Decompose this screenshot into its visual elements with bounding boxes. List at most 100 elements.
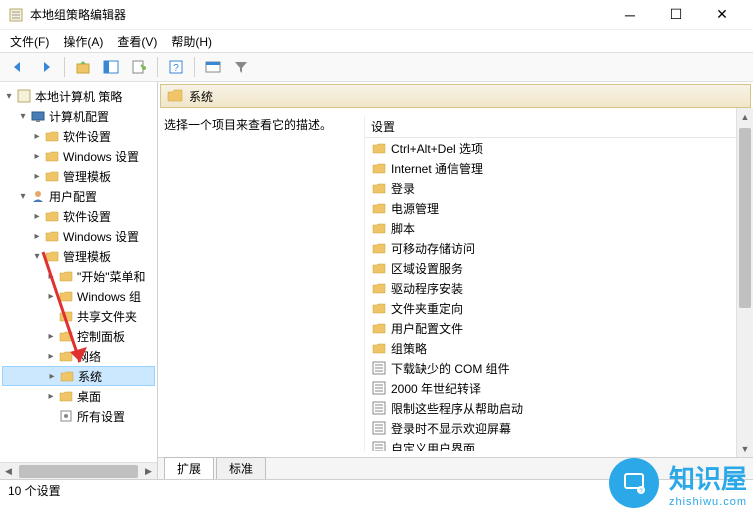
expander-icon[interactable]: ▸ <box>44 271 58 282</box>
list-item-label: 自定义用户界面 <box>391 440 475 452</box>
expander-icon[interactable]: ▾ <box>2 91 16 102</box>
content-title: 系统 <box>189 88 213 105</box>
expander-icon[interactable]: ▸ <box>30 131 44 142</box>
expander-icon[interactable]: ▸ <box>44 351 58 362</box>
status-text: 10 个设置 <box>8 482 61 499</box>
folder-icon <box>371 180 387 196</box>
help-button[interactable]: ? <box>164 55 188 79</box>
properties-button[interactable] <box>127 55 151 79</box>
watermark-text: 知识屋 zhishiwu.com <box>669 459 747 508</box>
list-item[interactable]: 区域设置服务 <box>365 258 747 278</box>
scroll-down-icon[interactable]: ▼ <box>737 440 753 457</box>
list-item-label: 组策略 <box>391 340 427 357</box>
tree-root[interactable]: ▾ 本地计算机 策略 <box>2 86 155 106</box>
setting-icon <box>371 360 387 376</box>
filter-button[interactable] <box>229 55 253 79</box>
tree-item[interactable]: ▸ 软件设置 <box>2 206 155 226</box>
tree-item-system[interactable]: ▸ 系统 <box>2 366 155 386</box>
folder-icon <box>44 248 60 264</box>
maximize-button[interactable]: ☐ <box>653 0 699 30</box>
user-icon <box>30 188 46 204</box>
tree-item[interactable]: ▸ 所有设置 <box>2 406 155 426</box>
list-item[interactable]: 组策略 <box>365 338 747 358</box>
scrollbar-thumb[interactable] <box>739 128 751 308</box>
expander-icon[interactable]: ▾ <box>30 251 44 262</box>
tree-item[interactable]: ▸ 桌面 <box>2 386 155 406</box>
list-item[interactable]: 登录时不显示欢迎屏幕 <box>365 418 747 438</box>
watermark: ? 知识屋 zhishiwu.com <box>609 458 747 508</box>
scroll-right-icon[interactable]: ▶ <box>140 466 157 477</box>
list-item[interactable]: 限制这些程序从帮助启动 <box>365 398 747 418</box>
tree-item[interactable]: ▸ 共享文件夹 <box>2 306 155 326</box>
tree-computer-config[interactable]: ▾ 计算机配置 <box>2 106 155 126</box>
menu-help[interactable]: 帮助(H) <box>171 33 212 50</box>
tree-item[interactable]: ▸ 软件设置 <box>2 126 155 146</box>
list-item[interactable]: 可移动存储访问 <box>365 238 747 258</box>
menu-file[interactable]: 文件(F) <box>10 33 49 50</box>
list-item-label: 下载缺少的 COM 组件 <box>391 360 510 377</box>
expander-icon[interactable]: ▸ <box>30 231 44 242</box>
vertical-scrollbar[interactable]: ▲ ▼ <box>736 108 753 457</box>
list-item[interactable]: 自定义用户界面 <box>365 438 747 451</box>
list-item[interactable]: Internet 通信管理 <box>365 158 747 178</box>
tab-extended[interactable]: 扩展 <box>164 457 214 479</box>
tree-item[interactable]: ▸ 控制面板 <box>2 326 155 346</box>
list-item[interactable]: 脚本 <box>365 218 747 238</box>
description-column: 选择一个项目来查看它的描述。 <box>164 116 364 451</box>
tree-item[interactable]: ▾ 管理模板 <box>2 246 155 266</box>
expander-icon[interactable]: ▸ <box>44 291 58 302</box>
tree-label: 管理模板 <box>63 248 111 265</box>
expander-icon[interactable]: ▾ <box>16 111 30 122</box>
forward-button[interactable] <box>34 55 58 79</box>
tree-panel[interactable]: ▾ 本地计算机 策略 ▾ 计算机配置 ▸ 软件设置 ▸ Windows 设置 ▸… <box>0 82 158 479</box>
menu-action[interactable]: 操作(A) <box>63 33 103 50</box>
options-button[interactable] <box>201 55 225 79</box>
expander-icon[interactable]: ▸ <box>44 391 58 402</box>
svg-text:?: ? <box>173 63 179 74</box>
tree-label: 用户配置 <box>49 188 97 205</box>
expander-icon[interactable]: ▸ <box>45 371 59 382</box>
list-item[interactable]: 驱动程序安装 <box>365 278 747 298</box>
scroll-left-icon[interactable]: ◀ <box>0 466 17 477</box>
folder-icon <box>371 220 387 236</box>
content-header: 系统 <box>160 84 751 108</box>
list-item-label: 区域设置服务 <box>391 260 463 277</box>
list-item[interactable]: Ctrl+Alt+Del 选项 <box>365 138 747 158</box>
expander-icon[interactable]: ▾ <box>16 191 30 202</box>
tree-item[interactable]: ▸ Windows 组 <box>2 286 155 306</box>
tree-item[interactable]: ▸ 管理模板 <box>2 166 155 186</box>
expander-icon[interactable]: ▸ <box>30 171 44 182</box>
folder-icon <box>44 228 60 244</box>
close-button[interactable]: ✕ <box>699 0 745 30</box>
list-item[interactable]: 电源管理 <box>365 198 747 218</box>
tree-item[interactable]: ▸ Windows 设置 <box>2 226 155 246</box>
tab-standard[interactable]: 标准 <box>216 457 266 479</box>
up-button[interactable] <box>71 55 95 79</box>
scroll-up-icon[interactable]: ▲ <box>737 108 753 125</box>
list-item[interactable]: 用户配置文件 <box>365 318 747 338</box>
list-item[interactable]: 下载缺少的 COM 组件 <box>365 358 747 378</box>
watermark-name: 知识屋 <box>669 464 747 494</box>
tree-user-config[interactable]: ▾ 用户配置 <box>2 186 155 206</box>
menu-view[interactable]: 查看(V) <box>117 33 157 50</box>
tree-item[interactable]: ▸ Windows 设置 <box>2 146 155 166</box>
tree-horizontal-scrollbar[interactable]: ◀ ▶ <box>0 462 157 479</box>
list-item[interactable]: 2000 年世纪转译 <box>365 378 747 398</box>
show-hide-tree-button[interactable] <box>99 55 123 79</box>
folder-icon <box>371 280 387 296</box>
list-item-label: Internet 通信管理 <box>391 160 483 177</box>
minimize-button[interactable]: ─ <box>607 0 653 30</box>
expander-icon[interactable]: ▸ <box>30 151 44 162</box>
settings-list[interactable]: 设置 Ctrl+Alt+Del 选项 Internet 通信管理登录电源管理脚本可… <box>364 116 747 451</box>
list-column-header[interactable]: 设置 <box>365 116 747 138</box>
scrollbar-thumb[interactable] <box>19 465 138 478</box>
list-item-label: 脚本 <box>391 220 415 237</box>
expander-icon[interactable]: ▸ <box>30 211 44 222</box>
toolbar-separator <box>194 57 195 77</box>
list-item[interactable]: 登录 <box>365 178 747 198</box>
expander-icon[interactable]: ▸ <box>44 331 58 342</box>
tree-item[interactable]: ▸ "开始"菜单和 <box>2 266 155 286</box>
back-button[interactable] <box>6 55 30 79</box>
list-item[interactable]: 文件夹重定向 <box>365 298 747 318</box>
tree-item[interactable]: ▸ 网络 <box>2 346 155 366</box>
